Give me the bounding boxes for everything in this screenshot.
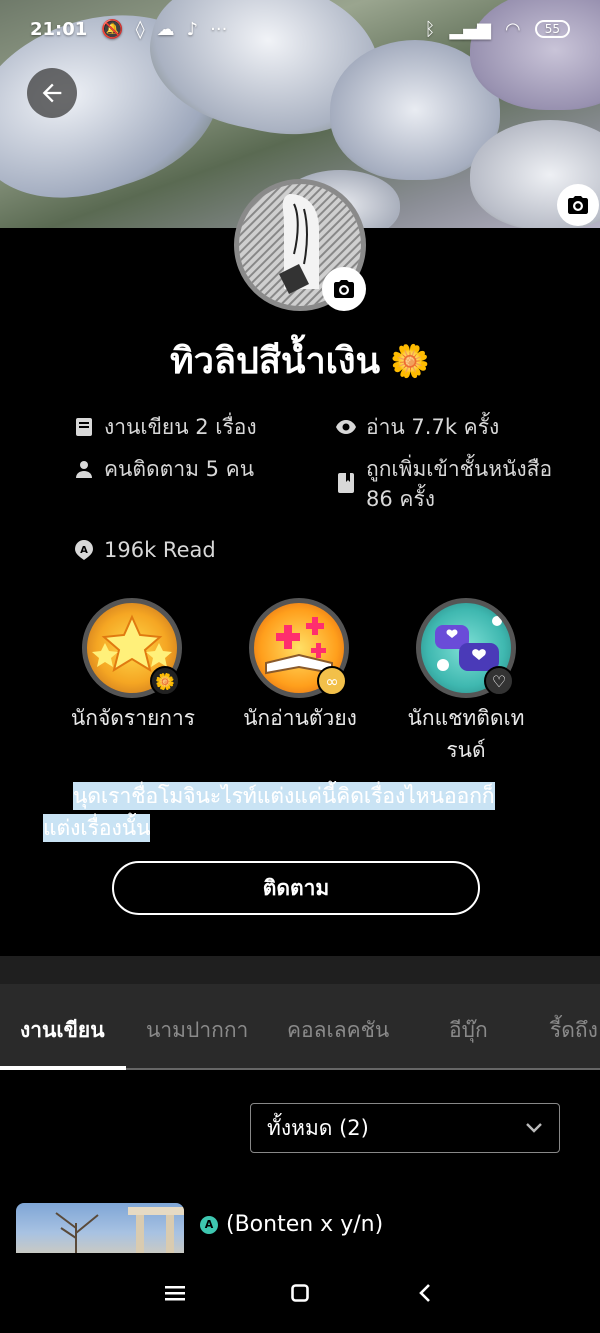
notifications-off-icon: 🔕 xyxy=(101,18,124,40)
cell-signal-icon: ▂▄▆ xyxy=(449,18,491,40)
svg-text:A: A xyxy=(80,545,88,556)
tab-ebooks[interactable]: อีบุ๊ก xyxy=(449,1014,488,1047)
status-time: 21:01 xyxy=(30,18,88,40)
tab-pen-names[interactable]: นามปากกา xyxy=(146,1014,248,1047)
badge-curator-mini-icon: 🌼 xyxy=(150,666,180,696)
signal-app-icon: ◊ xyxy=(135,18,145,40)
stat-works: งานเขียน 2 เรื่อง xyxy=(74,412,257,442)
tiktok-icon: ♪ xyxy=(186,18,199,40)
badge-bookworm-mini-icon: ∞ xyxy=(317,666,347,696)
stat-works-text: งานเขียน 2 เรื่อง xyxy=(104,415,257,439)
flower-emoji-icon: 🌼 xyxy=(390,341,430,380)
tab-works[interactable]: งานเขียน xyxy=(20,1014,105,1047)
back-button[interactable] xyxy=(27,68,77,118)
stat-reads-text: อ่าน 7.7k ครั้ง xyxy=(366,415,500,439)
bio-line1: นุดเราชื่อโมจินะไรท์แต่งแค่นี้คิดเรื่องไ… xyxy=(73,782,495,810)
story-title: (Bonten x y/n) xyxy=(226,1212,384,1237)
filter-dropdown[interactable]: ทั้งหมด (2) xyxy=(250,1103,560,1153)
bookshelf-icon xyxy=(338,473,354,493)
filter-selected: ทั้งหมด (2) xyxy=(267,1115,369,1140)
tab-reading[interactable]: รี้ดถึง xyxy=(550,1014,598,1047)
recent-apps-button[interactable] xyxy=(155,1273,195,1313)
bluetooth-icon: ᛒ xyxy=(424,18,436,40)
cloud-icon: ☁ xyxy=(156,18,175,40)
tab-collections[interactable]: คอลเลคชัน xyxy=(287,1014,389,1047)
stat-read-count: A 196k Read xyxy=(74,535,216,565)
chevron-left-icon xyxy=(419,1284,430,1302)
profile-name-text: ทิวลิปสีน้ำเงิน xyxy=(170,341,381,382)
profile-tabs: งานเขียน นามปากกา คอลเลคชัน อีบุ๊ก รี้ดถ… xyxy=(0,984,600,1070)
badge-bookworm-label: นักอ่านตัวยง xyxy=(243,706,357,730)
camera-icon xyxy=(334,280,354,298)
active-tab-indicator xyxy=(0,1066,126,1070)
arrow-left-icon xyxy=(42,83,62,103)
bio-line2: แต่งเรื่องนั้น xyxy=(43,814,151,842)
book-icon xyxy=(76,418,92,436)
back-nav-button[interactable] xyxy=(405,1273,445,1313)
story-title-row[interactable]: A (Bonten x y/n) xyxy=(200,1212,383,1237)
stat-shelf: ถูกเพิ่มเข้าชั้นหนังสือ 86 ครั้ง xyxy=(336,454,552,514)
camera-icon xyxy=(568,196,588,214)
status-bar: 21:01 🔕 ◊ ☁ ♪ ··· ᛒ ▂▄▆ ◠ 55 xyxy=(0,0,600,58)
bio-text: นุดเราชื่อโมจินะไรท์แต่งแค่นี้คิดเรื่องไ… xyxy=(43,780,523,844)
stat-shelf-line2: 86 ครั้ง xyxy=(366,487,435,511)
square-icon xyxy=(291,1284,309,1302)
stat-followers: คนติดตาม 5 คน xyxy=(74,454,254,484)
stat-shelf-line1: ถูกเพิ่มเข้าชั้นหนังสือ xyxy=(366,457,553,481)
change-avatar-button[interactable] xyxy=(322,267,366,311)
read-badge-icon: A xyxy=(200,1215,218,1234)
person-icon xyxy=(76,461,92,478)
more-icon: ··· xyxy=(210,18,228,40)
stat-reads: อ่าน 7.7k ครั้ง xyxy=(336,412,499,442)
battery-indicator: 55 xyxy=(534,20,570,38)
stat-read-count-text: 196k Read xyxy=(104,538,216,562)
stat-followers-text: คนติดตาม 5 คน xyxy=(104,457,255,481)
badge-trend-chatter-mini-icon: ♡ xyxy=(484,666,514,696)
badge-curator-label: นักจัดรายการ xyxy=(70,706,196,730)
badge-trend-chatter-label: นักแชทติดเท รนด์ xyxy=(396,702,536,766)
section-divider xyxy=(0,956,600,984)
badge-trend-chatter-label-line1: นักแชทติดเท xyxy=(407,706,525,730)
system-nav-bar xyxy=(0,1253,600,1333)
profile-name: ทิวลิปสีน้ำเงิน 🌼 xyxy=(0,332,600,389)
wifi-icon: ◠ xyxy=(505,18,521,40)
follow-button[interactable]: ติดตาม xyxy=(112,861,480,915)
change-cover-button[interactable] xyxy=(557,184,599,226)
eye-icon xyxy=(336,420,356,434)
chevron-down-icon xyxy=(526,1123,542,1133)
badge-trend-chatter-label-line2: รนด์ xyxy=(446,738,486,762)
menu-lines-icon xyxy=(165,1286,185,1301)
home-button[interactable] xyxy=(280,1273,320,1313)
read-badge-icon: A xyxy=(75,540,93,560)
